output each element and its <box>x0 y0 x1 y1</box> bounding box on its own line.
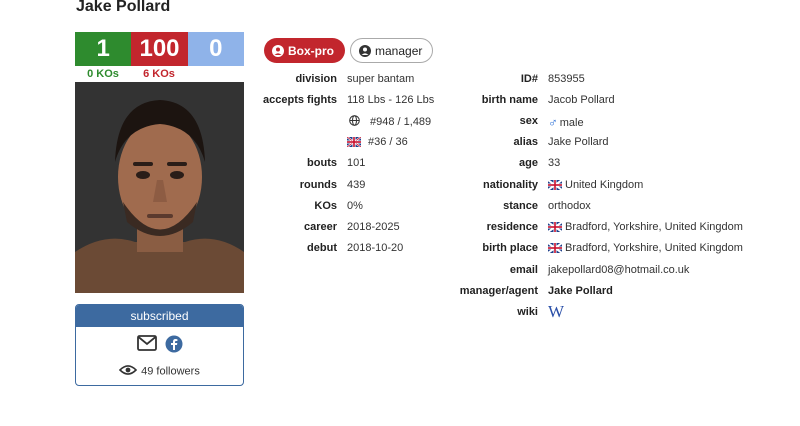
user-icon <box>359 44 371 57</box>
accepts-fights-value: 118 Lbs - 126 Lbs <box>347 94 435 106</box>
birth-name-value: Jacob Pollard <box>548 94 615 106</box>
bouts-value: 101 <box>347 157 366 169</box>
debut-link[interactable]: 2018-10-20 <box>347 242 403 254</box>
sex-label: sex <box>519 115 538 127</box>
user-icon <box>272 44 284 57</box>
email-value[interactable]: jakepollard08@hotmail.co.uk <box>548 264 689 276</box>
facebook-icon[interactable] <box>165 335 183 358</box>
uk-flag-icon <box>547 179 563 191</box>
rounds-value: 439 <box>347 179 366 191</box>
residence-text: Bradford, Yorkshire, United Kingdom <box>565 221 743 233</box>
ko-summary: 0 KOs 6 KOs <box>75 68 244 82</box>
nationality-value[interactable]: United Kingdom <box>547 179 644 191</box>
followers-count: 49 followers <box>76 364 243 379</box>
manager-label: manager <box>375 43 423 58</box>
wiki-label: wiki <box>517 306 538 318</box>
sex-text: male <box>559 116 584 129</box>
ko-losses: 6 KOs <box>143 68 175 80</box>
eye-icon <box>119 364 138 379</box>
followers-text: 49 followers <box>141 365 200 378</box>
losses-count: 100 <box>131 32 188 66</box>
manager-badge[interactable]: manager <box>350 38 433 63</box>
boxer-name: Jake Pollard <box>76 0 171 15</box>
box-pro-label: Box-pro <box>288 43 334 58</box>
alias-value: Jake Pollard <box>548 136 609 148</box>
uk-rank-text: #36 / 36 <box>368 136 408 148</box>
birth-place-text: Bradford, Yorkshire, United Kingdom <box>565 242 743 254</box>
career-label: career <box>303 221 337 233</box>
residence-label: residence <box>486 221 538 233</box>
uk-rank[interactable]: #36 / 36 <box>346 136 408 148</box>
career-value: 2018-2025 <box>347 221 400 233</box>
birth-name-label: birth name <box>481 94 538 106</box>
rounds-label: rounds <box>299 179 337 191</box>
id-label: ID# <box>520 73 538 85</box>
wins-count: 1 <box>75 32 132 66</box>
globe-icon <box>349 115 360 129</box>
debut-value[interactable]: 2018-10-20 <box>347 242 403 254</box>
ko-wins: 0 KOs <box>87 68 119 80</box>
age-label: age <box>519 157 538 169</box>
debut-label: debut <box>307 242 337 254</box>
accepts-fights-label: accepts fights <box>263 94 337 106</box>
follow-panel: subscribed 49 followers <box>75 304 244 386</box>
draws-count: 0 <box>187 32 244 66</box>
stance-value: orthodox <box>548 200 591 212</box>
email-label: email <box>509 264 538 276</box>
box-pro-badge[interactable]: Box-pro <box>264 38 345 63</box>
male-icon: ♂ <box>548 115 558 130</box>
kos-value: 0% <box>347 200 363 212</box>
age-value: 33 <box>548 157 561 169</box>
kos-label: KOs <box>314 200 337 212</box>
boxer-photo <box>75 82 244 293</box>
residence-value[interactable]: Bradford, Yorkshire, United Kingdom <box>547 221 743 233</box>
uk-flag-icon <box>547 242 563 254</box>
subscribed-button[interactable]: subscribed <box>76 305 243 327</box>
birth-place-label: birth place <box>482 242 538 254</box>
division-value: super bantam <box>347 73 415 85</box>
stance-label: stance <box>503 200 538 212</box>
bouts-label: bouts <box>307 157 337 169</box>
birth-place-value[interactable]: Bradford, Yorkshire, United Kingdom <box>547 242 743 254</box>
envelope-icon[interactable] <box>136 335 157 358</box>
nationality-label: nationality <box>482 179 538 191</box>
record-box: 1 100 0 <box>75 32 244 66</box>
world-rank[interactable]: #948 / 1,489 <box>347 115 431 129</box>
world-rank-text: #948 / 1,489 <box>370 116 432 128</box>
uk-flag-icon <box>346 136 362 148</box>
nationality-text: United Kingdom <box>565 179 644 191</box>
uk-flag-icon <box>547 221 563 233</box>
manager-agent-value[interactable]: Jake Pollard <box>548 285 613 297</box>
division-label: division <box>295 73 337 85</box>
id-value: 853955 <box>548 73 585 85</box>
wiki-icon[interactable]: W <box>548 302 564 322</box>
manager-agent-label: manager/agent <box>459 285 538 297</box>
alias-label: alias <box>513 136 538 148</box>
sex-value: ♂ male <box>548 115 584 130</box>
